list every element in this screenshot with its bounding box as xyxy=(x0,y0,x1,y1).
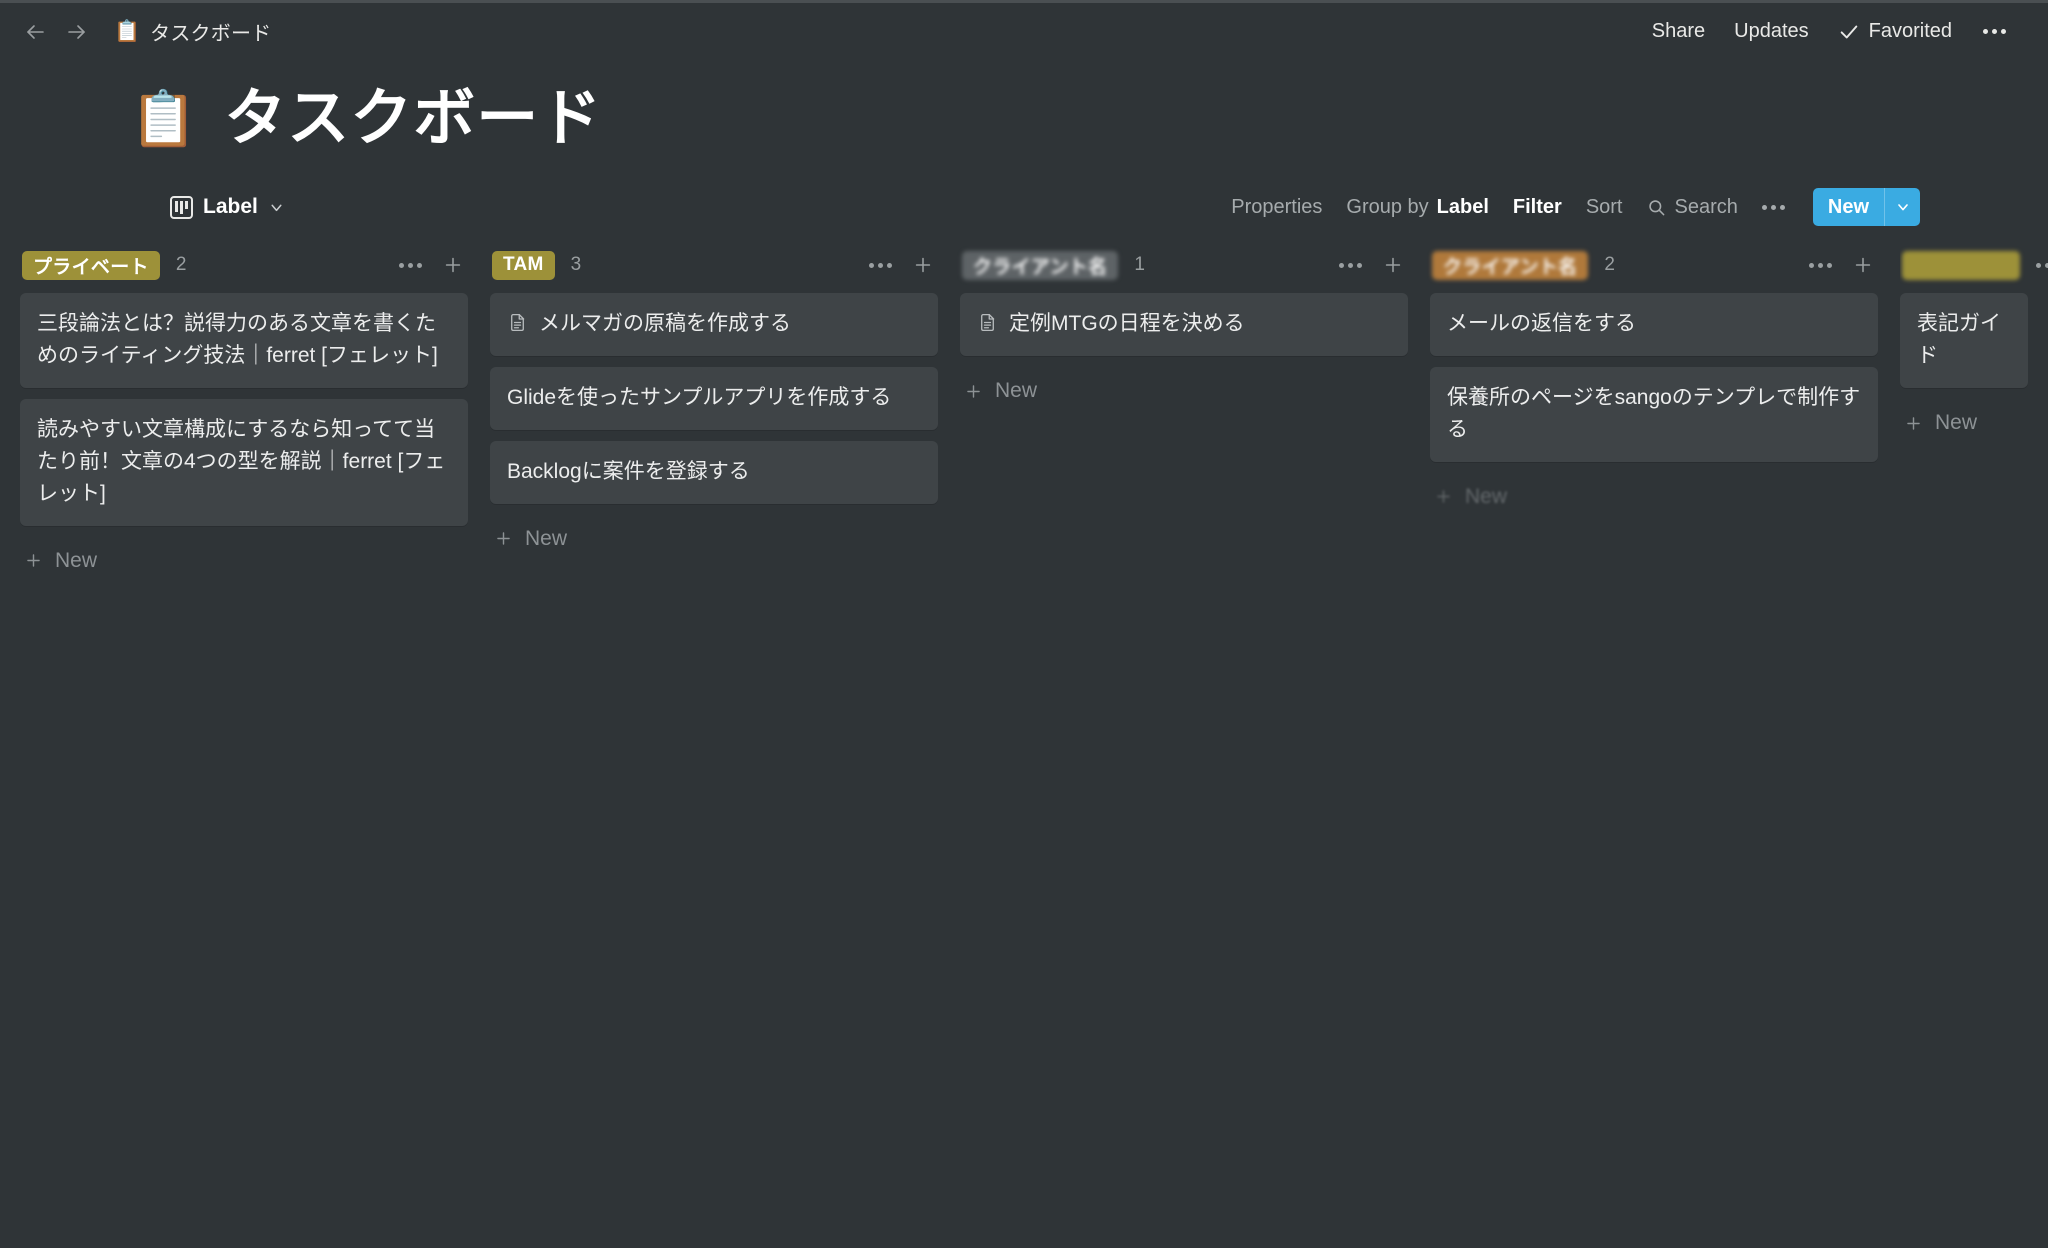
search-icon xyxy=(1647,198,1666,217)
column-more-icon[interactable] xyxy=(2036,262,2048,268)
plus-icon xyxy=(494,529,513,548)
column-tag[interactable]: TAM xyxy=(492,250,555,280)
share-button[interactable]: Share xyxy=(1652,20,1705,43)
group-by-button[interactable]: Group by Label xyxy=(1346,196,1489,219)
column-new-item-button[interactable]: New xyxy=(1430,473,1878,521)
new-item-label: New xyxy=(525,526,568,550)
column-actions xyxy=(1809,254,1874,276)
card-title: 定例MTGの日程を決める xyxy=(1009,312,1245,336)
column-new-item-button[interactable]: New xyxy=(490,515,938,563)
new-button[interactable]: New xyxy=(1812,188,1920,227)
column-actions xyxy=(1339,254,1404,276)
view-toolbar: Label Properties Group by Label Filter S… xyxy=(0,153,2048,231)
column-tag[interactable] xyxy=(1902,250,2020,280)
column-actions xyxy=(2036,254,2048,276)
more-options-icon[interactable] xyxy=(1981,25,2008,38)
column-actions xyxy=(399,254,464,276)
new-item-label: New xyxy=(1935,411,1978,434)
search-button[interactable]: Search xyxy=(1647,196,1738,219)
new-button-dropdown-icon[interactable] xyxy=(1884,188,1920,227)
column-count: 2 xyxy=(175,254,187,276)
favorited-label: Favorited xyxy=(1868,20,1952,42)
document-icon xyxy=(977,312,998,333)
document-icon xyxy=(507,312,528,333)
column-header: プライベート 2 xyxy=(20,243,468,287)
board-column: クライアント名 2 メールの返信をする保養所のページをsangoのテンプレで制作する… xyxy=(1430,243,1900,521)
board-column: 表記ガイド New xyxy=(1900,243,2048,447)
board-card[interactable]: 定例MTGの日程を決める xyxy=(960,293,1408,357)
column-new-item-button[interactable]: New xyxy=(1900,399,2028,447)
toolbar-more-icon[interactable] xyxy=(1761,204,1785,210)
plus-icon xyxy=(24,551,43,570)
updates-button[interactable]: Updates xyxy=(1734,20,1809,43)
clipboard-icon: 📋 xyxy=(114,20,141,43)
chevron-down-icon xyxy=(268,199,285,216)
column-count: 2 xyxy=(1604,254,1615,276)
plus-icon xyxy=(1904,414,1923,433)
breadcrumb-title: タスクボード xyxy=(150,23,272,45)
column-header: クライアント名 2 xyxy=(1430,243,1878,287)
new-item-label: New xyxy=(1465,484,1508,508)
board-card[interactable]: Backlogに案件を登録する xyxy=(490,441,938,504)
page-title-text: タスクボード xyxy=(224,84,603,153)
group-by-prefix: Group by xyxy=(1346,195,1429,218)
column-add-icon[interactable] xyxy=(912,254,934,276)
board-column: クライアント名 1 定例MTGの日程を決める New xyxy=(960,243,1430,415)
breadcrumb[interactable]: 📋 タスクボード xyxy=(114,17,271,46)
board-card[interactable]: メルマガの原稿を作成する xyxy=(490,293,938,357)
column-more-icon[interactable] xyxy=(399,262,422,268)
group-by-value: Label xyxy=(1436,195,1489,218)
column-add-icon[interactable] xyxy=(1382,254,1404,276)
board-column: TAM 3 メルマガの原稿を作成する Glideを使ったサンプルアプリを作成する Bac… xyxy=(490,243,960,563)
card-title: メルマガの原稿を作成する xyxy=(539,312,791,336)
column-add-icon[interactable] xyxy=(442,254,464,276)
column-new-item-button[interactable]: New xyxy=(20,537,468,585)
properties-button[interactable]: Properties xyxy=(1231,196,1322,219)
navigation-arrows xyxy=(22,19,90,45)
plus-icon xyxy=(964,382,983,401)
plus-icon xyxy=(1434,487,1453,506)
column-add-icon[interactable] xyxy=(1852,254,1874,276)
view-tab-label[interactable]: Label xyxy=(170,195,285,219)
column-header xyxy=(1900,243,2048,287)
page-header: 📋 タスクボード xyxy=(0,63,2048,153)
new-item-label: New xyxy=(55,548,98,572)
new-button-label: New xyxy=(1827,195,1869,218)
column-more-icon[interactable] xyxy=(1809,262,1832,268)
column-tag[interactable]: クライアント名 xyxy=(1432,250,1589,280)
check-icon xyxy=(1838,21,1860,43)
column-header: TAM 3 xyxy=(490,243,938,287)
board-card[interactable]: メールの返信をする xyxy=(1430,293,1878,357)
column-more-icon[interactable] xyxy=(869,262,892,268)
top-bar: 📋 タスクボード Share Updates Favorited xyxy=(0,0,2048,63)
kanban-board: プライベート 2 三段論法とは？説得力のある文章を書くためのライティング技法｜fer… xyxy=(0,231,2048,1238)
page-title: 📋 タスクボード xyxy=(130,84,2048,153)
board-card[interactable]: 読みやすい文章構成にするなら知ってて当たり前！文章の4つの型を解説｜ferret… xyxy=(20,399,468,526)
forward-arrow-icon[interactable] xyxy=(64,19,90,45)
column-header: クライアント名 1 xyxy=(960,243,1408,287)
board-card[interactable]: 三段論法とは？説得力のある文章を書くためのライティング技法｜ferret [フェ… xyxy=(20,293,468,388)
back-arrow-icon[interactable] xyxy=(22,19,48,45)
board-card[interactable]: 保養所のページをsangoのテンプレで制作する xyxy=(1430,367,1878,462)
board-column: プライベート 2 三段論法とは？説得力のある文章を書くためのライティング技法｜fer… xyxy=(20,243,490,585)
filter-button[interactable]: Filter xyxy=(1513,196,1562,219)
sort-button[interactable]: Sort xyxy=(1586,196,1623,219)
favorited-button[interactable]: Favorited xyxy=(1838,20,1952,43)
column-actions xyxy=(869,254,934,276)
column-new-item-button[interactable]: New xyxy=(960,367,1408,415)
search-label: Search xyxy=(1674,195,1738,218)
column-count: 3 xyxy=(570,254,582,276)
column-tag[interactable]: プライベート xyxy=(22,250,160,280)
view-tab-label-text: Label xyxy=(203,195,258,219)
column-tag[interactable]: クライアント名 xyxy=(962,250,1119,280)
column-count: 1 xyxy=(1134,254,1145,276)
new-item-label: New xyxy=(995,379,1038,403)
board-view-icon xyxy=(170,195,193,219)
page-clipboard-icon: 📋 xyxy=(130,89,199,150)
toolbar-controls: Properties Group by Label Filter Sort Se… xyxy=(1231,188,1920,227)
column-more-icon[interactable] xyxy=(1339,262,1362,268)
top-bar-actions: Share Updates Favorited xyxy=(1652,20,2008,43)
board-card[interactable]: 表記ガイド xyxy=(1900,293,2028,388)
board-card[interactable]: Glideを使ったサンプルアプリを作成する xyxy=(490,367,938,430)
